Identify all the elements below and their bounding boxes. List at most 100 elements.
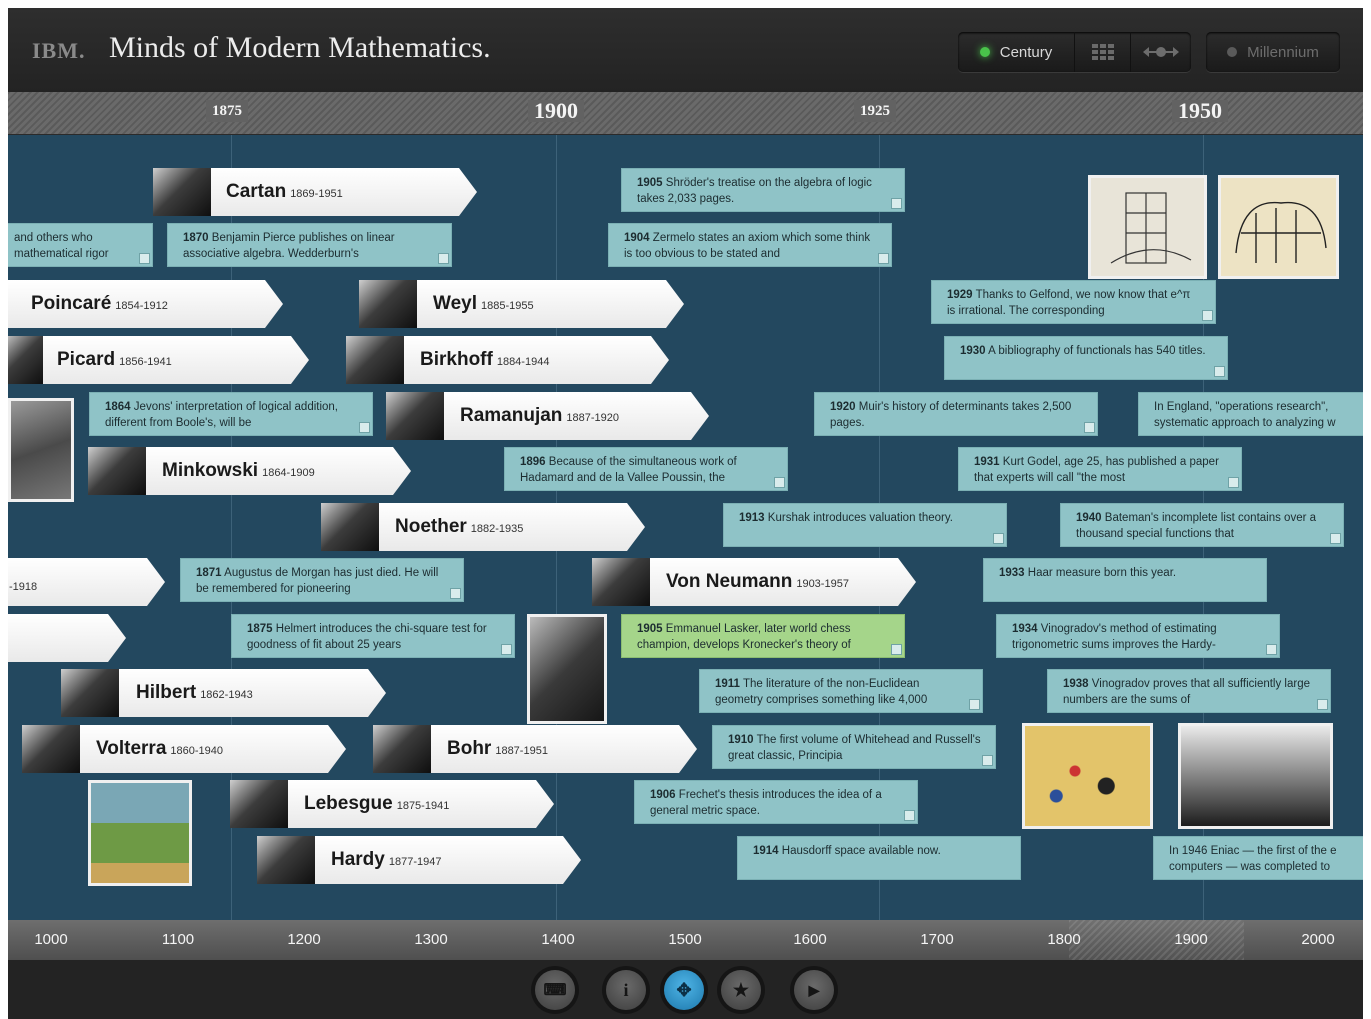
event-card[interactable]: 1914 Hausdorff space available now. bbox=[737, 836, 1021, 880]
pan-view-button[interactable] bbox=[1131, 32, 1191, 72]
expand-icon[interactable] bbox=[904, 810, 915, 821]
millennium-label: Millennium bbox=[1247, 43, 1319, 61]
expand-icon[interactable] bbox=[969, 699, 980, 710]
expand-icon[interactable] bbox=[1214, 366, 1225, 377]
computer-room-photo-thumbnail[interactable] bbox=[1178, 723, 1333, 829]
ship-photo-thumbnail[interactable] bbox=[8, 398, 74, 502]
century-scale-button[interactable]: Century bbox=[958, 32, 1075, 72]
expand-icon[interactable] bbox=[359, 422, 370, 433]
event-card[interactable]: 1933 Haar measure born this year. bbox=[983, 558, 1267, 602]
event-card[interactable]: 1938 Vinogradov proves that all sufficie… bbox=[1047, 669, 1331, 713]
event-card[interactable]: 1864 Jevons' interpretation of logical a… bbox=[89, 392, 373, 436]
event-card[interactable]: 1870 Benjamin Pierce publishes on linear… bbox=[167, 223, 452, 267]
event-card[interactable]: 1929 Thanks to Gelfond, we now know that… bbox=[931, 280, 1216, 324]
expand-icon[interactable] bbox=[878, 253, 889, 264]
mathematician-card-von-neumann[interactable]: Von Neumann 1903-1957 bbox=[592, 558, 916, 606]
event-year: 1931 bbox=[974, 456, 1000, 468]
mathematician-card-hardy[interactable]: Hardy 1877-1947 bbox=[257, 836, 581, 884]
event-card-highlighted[interactable]: 1905 Emmanuel Lasker, later world chess … bbox=[621, 614, 905, 658]
mathematician-card-bohr[interactable]: Bohr 1887-1951 bbox=[373, 725, 697, 773]
millennium-scrubber[interactable]: 1000 1100 1200 1300 1400 1500 1600 1700 … bbox=[8, 920, 1363, 960]
architecture-sketch-thumbnail[interactable] bbox=[1088, 175, 1207, 279]
expand-icon[interactable] bbox=[891, 198, 902, 209]
favorites-button[interactable]: ★ bbox=[721, 970, 761, 1010]
event-text: Kurt Godel, age 25, has published a pape… bbox=[974, 456, 1219, 484]
expand-icon[interactable] bbox=[1317, 699, 1328, 710]
event-year: 1911 bbox=[715, 678, 740, 690]
event-text: Hausdorff space available now. bbox=[781, 845, 941, 857]
mathematician-card-hilbert[interactable]: Hilbert 1862-1943 bbox=[61, 669, 386, 717]
event-card[interactable]: 1931 Kurt Godel, age 25, has published a… bbox=[958, 447, 1242, 491]
portrait-photo bbox=[257, 836, 315, 884]
event-card[interactable]: 1920 Muir's history of determinants take… bbox=[814, 392, 1098, 436]
expand-icon[interactable] bbox=[1084, 422, 1095, 433]
event-card[interactable]: 1911 The literature of the non-Euclidean… bbox=[699, 669, 983, 713]
mathematician-card-weyl[interactable]: Weyl 1885-1955 bbox=[359, 280, 684, 328]
info-button[interactable]: i bbox=[606, 970, 646, 1010]
event-year: 1906 bbox=[650, 789, 676, 801]
expand-icon[interactable] bbox=[139, 253, 150, 264]
event-text: Because of the simultaneous work of Hada… bbox=[520, 456, 737, 484]
expand-icon[interactable] bbox=[993, 533, 1004, 544]
event-card[interactable]: 1913 Kurshak introduces valuation theory… bbox=[723, 503, 1007, 547]
keyboard-icon: ⌨ bbox=[543, 982, 567, 999]
mathematician-card-birkhoff[interactable]: Birkhoff 1884-1944 bbox=[346, 336, 669, 384]
navigate-button[interactable]: ✥ bbox=[664, 970, 704, 1010]
axis-label-1900: 1900 bbox=[1174, 931, 1208, 948]
event-card[interactable]: 1871 Augustus de Morgan has just died. H… bbox=[180, 558, 464, 602]
expand-icon[interactable] bbox=[982, 755, 993, 766]
millennium-scale-button[interactable]: Millennium bbox=[1206, 32, 1340, 72]
event-card[interactable]: In 1946 Eniac — the first of the e compu… bbox=[1153, 836, 1363, 880]
grid-view-button[interactable] bbox=[1075, 32, 1131, 72]
event-year: 1905 bbox=[637, 623, 663, 635]
event-card[interactable]: 1934 Vinogradov's method of estimating t… bbox=[996, 614, 1280, 658]
abstract-painting-thumbnail[interactable] bbox=[1022, 723, 1153, 829]
mathematician-name: Bohr bbox=[447, 738, 492, 759]
event-card[interactable]: 1875 Helmert introduces the chi-square t… bbox=[231, 614, 515, 658]
event-card[interactable]: 1896 Because of the simultaneous work of… bbox=[504, 447, 788, 491]
event-card[interactable]: 1905 Shröder's treatise on the algebra o… bbox=[621, 168, 905, 212]
event-card[interactable]: and others who mathematical rigor bbox=[8, 223, 153, 267]
event-year: 1920 bbox=[830, 401, 856, 413]
play-button[interactable]: ▶ bbox=[794, 970, 834, 1010]
mathematician-card-noether[interactable]: Noether 1882-1935 bbox=[321, 503, 645, 551]
mathematician-card-partial-1918[interactable]: -1918 bbox=[8, 558, 165, 606]
portrait-photo bbox=[592, 558, 650, 606]
expand-icon[interactable] bbox=[1266, 644, 1277, 655]
mathematician-card-volterra[interactable]: Volterra 1860-1940 bbox=[22, 725, 346, 773]
event-year: 1914 bbox=[753, 845, 779, 857]
expand-icon[interactable] bbox=[1228, 477, 1239, 488]
timeline-canvas[interactable]: Cartan 1869-1951 Poincaré 1854-1912 Weyl 18… bbox=[8, 135, 1363, 920]
event-year: 1870 bbox=[183, 232, 209, 244]
mathematician-card-cartan[interactable]: Cartan 1869-1951 bbox=[153, 168, 477, 216]
event-card[interactable]: 1930 A bibliography of functionals has 5… bbox=[944, 336, 1228, 380]
mathematician-name: Birkhoff bbox=[420, 349, 493, 370]
event-card[interactable]: 1904 Zermelo states an axiom which some … bbox=[608, 223, 892, 267]
mathematician-years: 1877-1947 bbox=[388, 856, 442, 868]
event-text: The first volume of Whitehead and Russel… bbox=[728, 734, 981, 762]
event-card[interactable]: In England, "operations research", syste… bbox=[1138, 392, 1363, 436]
expand-icon[interactable] bbox=[1330, 533, 1341, 544]
expand-icon[interactable] bbox=[774, 477, 785, 488]
mathematician-card-poincare[interactable]: Poincaré 1854-1912 bbox=[8, 280, 283, 328]
expand-icon[interactable] bbox=[450, 588, 461, 599]
portrait-photo bbox=[346, 336, 404, 384]
expand-icon[interactable] bbox=[891, 644, 902, 655]
portrait-photo-thumbnail[interactable] bbox=[527, 614, 607, 724]
mathematician-card-picard[interactable]: Picard 1856-1941 bbox=[8, 336, 309, 384]
event-card[interactable]: 1910 The first volume of Whitehead and R… bbox=[712, 725, 996, 769]
expand-icon[interactable] bbox=[438, 253, 449, 264]
event-card[interactable]: 1940 Bateman's incomplete list contains … bbox=[1060, 503, 1344, 547]
mathematician-card-partial-blank[interactable] bbox=[8, 614, 126, 662]
mathematician-card-ramanujan[interactable]: Ramanujan 1887-1920 bbox=[386, 392, 709, 440]
keyboard-button[interactable]: ⌨ bbox=[535, 970, 575, 1010]
expand-icon[interactable] bbox=[1202, 310, 1213, 321]
visible-range-window[interactable] bbox=[1069, 920, 1244, 960]
pointillist-painting-thumbnail[interactable] bbox=[88, 780, 192, 886]
architecture-sketch-thumbnail[interactable] bbox=[1218, 175, 1339, 279]
mathematician-card-lebesgue[interactable]: Lebesgue 1875-1941 bbox=[230, 780, 554, 828]
event-card[interactable]: 1906 Frechet's thesis introduces the ide… bbox=[634, 780, 918, 824]
axis-label-1500: 1500 bbox=[668, 931, 702, 948]
mathematician-card-minkowski[interactable]: Minkowski 1864-1909 bbox=[88, 447, 411, 495]
expand-icon[interactable] bbox=[501, 644, 512, 655]
